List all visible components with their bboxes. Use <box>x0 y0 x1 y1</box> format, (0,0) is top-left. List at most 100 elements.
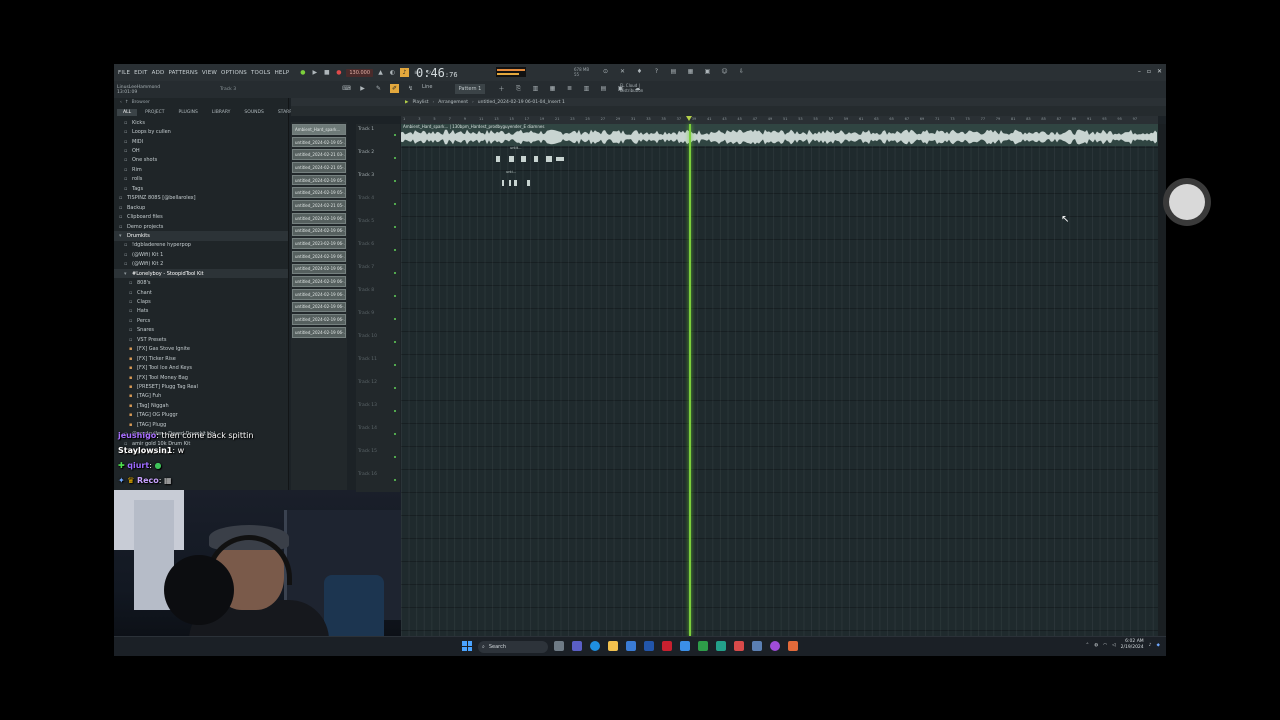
track-header[interactable]: Track 9 <box>356 308 400 331</box>
menu-tools[interactable]: TOOLS <box>251 70 271 76</box>
audio-clip-small[interactable]: untit... <box>496 146 566 168</box>
browser-item[interactable]: ▾ #Lonelyboy - StoopidTool Kit <box>114 269 288 279</box>
timeline-ruler[interactable]: 1 3 5 7 9 11 13 15 17 19 21 23 25 27 29 31 33 35 37 39 41 43 4… <box>401 116 1158 124</box>
mixer-icon[interactable]: ▤ <box>669 67 678 76</box>
track-header[interactable]: Track 1 <box>356 124 400 147</box>
browser-item[interactable]: ▫ Loops by cullen <box>114 127 288 136</box>
track-mute-led[interactable] <box>394 341 396 343</box>
clip-list-item[interactable]: untitled_2024-02-19 06-... <box>292 314 346 325</box>
track-header[interactable]: Track 11 <box>356 354 400 377</box>
clip-list-item[interactable]: untitled_2024-02-19 06-... <box>292 327 346 338</box>
track-mute-led[interactable] <box>394 226 396 228</box>
clip-list-item[interactable]: untitled_2024-02-19 06-... <box>292 212 346 224</box>
audio-clip[interactable]: Ambient_Hard_spark... | 130bpm_Hardest_p… <box>401 124 1158 146</box>
browser-item[interactable]: ▫ Demo projects <box>114 222 288 231</box>
browser-item[interactable]: ▫ (@Wifi) Kit 1 <box>114 250 288 259</box>
track-header[interactable]: Track 13 <box>356 400 400 423</box>
browser-item[interactable]: ▫ !dgbladerene hyperpop <box>114 241 288 250</box>
track-header[interactable]: Track 10 <box>356 331 400 354</box>
notification-icon[interactable]: ♪ <box>1149 643 1152 648</box>
track-mute-led[interactable] <box>394 410 396 412</box>
clip-list-item[interactable]: untitled_2024-02-19 05-... <box>292 174 346 186</box>
app-icon[interactable] <box>716 641 726 651</box>
windows-start-icon[interactable] <box>462 641 472 651</box>
browser-view-icon[interactable]: ≣ <box>565 84 574 93</box>
taskbar-clock[interactable]: 6:02 AM 2/19/2024 <box>1121 639 1144 651</box>
plugin-picker-icon[interactable]: ▣ <box>703 67 712 76</box>
track-mute-led[interactable] <box>394 180 396 182</box>
xbox-icon[interactable] <box>698 641 708 651</box>
playhead-marker-icon[interactable] <box>686 116 692 121</box>
track-header[interactable]: Track 16 <box>356 469 400 492</box>
edge-icon[interactable] <box>590 641 600 651</box>
menu-patterns[interactable]: PATTERNS <box>168 70 197 76</box>
clip-list-item[interactable]: untitled_2024-02-19 06-... <box>292 276 346 287</box>
mixer-view-icon[interactable]: ▥ <box>531 84 540 93</box>
clip-list-item[interactable]: untitled_2024-02-19 06-... <box>292 225 346 237</box>
metronome-icon[interactable]: ▲ <box>376 68 385 77</box>
track-mute-led[interactable] <box>394 433 396 435</box>
minimize-icon[interactable]: – <box>1138 68 1141 75</box>
audio-clip-small[interactable]: unti... <box>501 170 536 190</box>
browser-item[interactable]: ▫ VST Presets <box>114 335 288 344</box>
browser-item[interactable]: ▪ [FX] Tool Ice And Keys <box>114 363 288 372</box>
menu-add[interactable]: ADD <box>152 70 165 76</box>
pat-song-toggle[interactable]: ● <box>298 68 307 77</box>
grid-view-icon[interactable]: ▦ <box>548 84 557 93</box>
browser-item[interactable]: ▫ Backup <box>114 203 288 212</box>
security-icon[interactable] <box>662 641 672 651</box>
track-mute-led[interactable] <box>394 456 396 458</box>
clip-list-item[interactable]: untitled_2024-02-19 05-... <box>292 187 346 199</box>
browser-item[interactable]: ▫ MIDI <box>114 137 288 146</box>
app-icon[interactable] <box>680 641 690 651</box>
rack-view-icon[interactable]: ▤ <box>599 84 608 93</box>
browser-item[interactable]: ▫ OH <box>114 146 288 155</box>
network-icon[interactable]: ◍ <box>1094 643 1098 648</box>
browser-item[interactable]: ▪ [PRESET] Plugg Tag Real <box>114 382 288 391</box>
clip-list-item[interactable]: untitled_2024-02-21 03-... <box>292 149 346 161</box>
track-mute-led[interactable] <box>394 272 396 274</box>
arrangement-grid[interactable]: Ambient_Hard_spark... | 130bpm_Hardest_p… <box>401 124 1158 636</box>
track-header[interactable]: Track 14 <box>356 423 400 446</box>
chat-icon[interactable]: ☺ <box>720 67 729 76</box>
clip-list-item[interactable]: untitled_2023-02-19 06-... <box>292 238 346 249</box>
browser-item[interactable]: ▾ Drumkits <box>114 231 288 241</box>
clip-list-item[interactable]: untitled_2024-02-19 06-... <box>292 288 346 300</box>
mic-icon[interactable]: ♦ <box>635 67 644 76</box>
download-icon[interactable]: ⇩ <box>737 67 746 76</box>
steam-icon[interactable] <box>752 641 762 651</box>
pattern-selector[interactable]: Pattern 1 <box>455 84 485 94</box>
browser-item[interactable]: ▫ (@Wifi) Kit 2 <box>114 260 288 269</box>
clip-list-item[interactable]: Ambient_Hard_spark... <box>292 124 346 135</box>
browser-tab-plugins[interactable]: PLUGINS <box>173 109 204 116</box>
browser-tab-all[interactable]: ALL <box>117 108 138 116</box>
browser-up-icon[interactable]: ↑ <box>125 100 129 105</box>
track-header[interactable]: Track 4 <box>356 193 400 216</box>
track-mute-led[interactable] <box>394 479 396 481</box>
browser-tab-project[interactable]: PROJECT <box>139 109 170 116</box>
track-header[interactable]: Track 8 <box>356 285 400 308</box>
help-icon[interactable]: ? <box>652 67 661 76</box>
menu-options[interactable]: OPTIONS <box>221 70 247 76</box>
track-header[interactable]: Track 7 <box>356 262 400 285</box>
track-mute-led[interactable] <box>394 387 396 389</box>
taskbar-search[interactable]: ⌕ Search <box>478 641 548 653</box>
browser-item[interactable]: ▫ Chant <box>114 288 288 297</box>
app-icon[interactable] <box>734 641 744 651</box>
close-icon[interactable]: ✕ <box>1157 68 1162 75</box>
wifi-icon[interactable]: ◠ <box>1103 643 1107 648</box>
add-pattern-icon[interactable]: ＋ <box>497 84 506 93</box>
track-header[interactable]: Track 5 <box>356 216 400 239</box>
browser-item[interactable]: ▪ [Tag] Niggah <box>114 401 288 410</box>
fl-studio-icon[interactable] <box>788 641 798 651</box>
menu-view[interactable]: VIEW <box>202 70 217 76</box>
play-icon[interactable]: ▶ <box>310 68 319 77</box>
countdown-icon[interactable]: ♪ <box>400 68 410 77</box>
app-l-icon[interactable] <box>644 641 654 651</box>
playlist-crumb-1[interactable]: Playlist <box>412 100 428 105</box>
browser-item[interactable]: ▪ [FX] Tool Money Bag <box>114 373 288 382</box>
browser-item[interactable]: ▫ One shots <box>114 156 288 165</box>
browser-item[interactable]: ▫ Tags <box>114 184 288 193</box>
teams-icon[interactable] <box>572 641 582 651</box>
step-icon[interactable]: ⌨ <box>342 84 351 93</box>
